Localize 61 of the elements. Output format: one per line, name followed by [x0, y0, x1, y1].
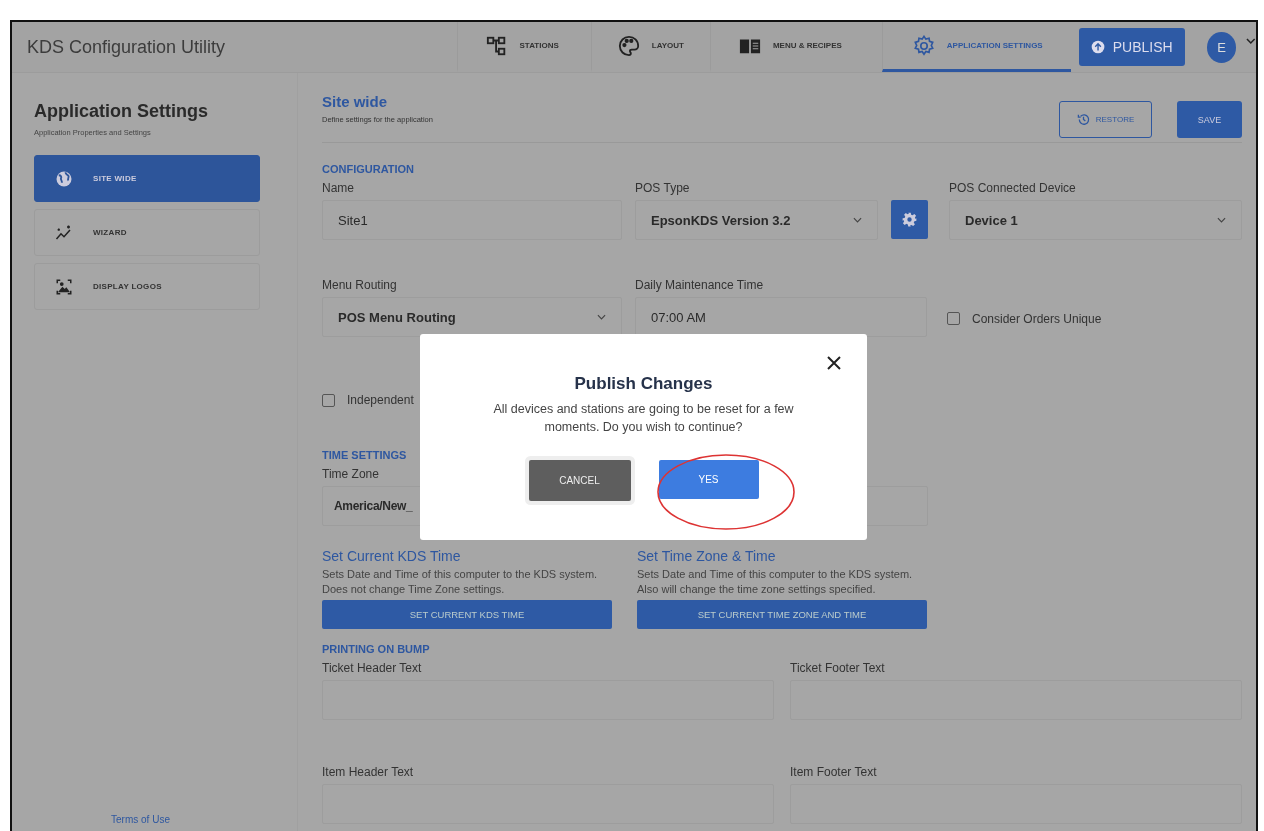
- checkbox-label[interactable]: Independent: [322, 393, 414, 407]
- checkbox-label[interactable]: Consider Orders Unique: [947, 300, 1102, 337]
- close-button[interactable]: [827, 356, 841, 370]
- chevron-down-icon[interactable]: [1246, 37, 1256, 45]
- field-label: POS Connected Device: [949, 181, 1076, 195]
- dialog-title: Publish Changes: [574, 374, 713, 394]
- section-heading: CONFIGURATION: [322, 163, 416, 175]
- settings-button[interactable]: [891, 200, 928, 239]
- chevron-down-icon: [597, 314, 606, 320]
- settings-icon: [912, 34, 935, 57]
- sidebar-item[interactable]: DISPLAY LOGOS: [34, 263, 260, 310]
- app-title: KDS Configuration Utility: [26, 36, 227, 58]
- chevron-down-icon: [853, 217, 862, 223]
- publish-button[interactable]: PUBLISH: [1078, 28, 1185, 66]
- section-heading: TIME SETTINGS: [322, 449, 408, 461]
- action-button[interactable]: SET CURRENT TIME ZONE AND TIME: [637, 600, 927, 629]
- field-label: Ticket Header Text: [322, 661, 422, 675]
- action-button[interactable]: SET CURRENT KDS TIME: [322, 600, 612, 629]
- yes-button[interactable]: YES: [658, 460, 759, 499]
- sidebar-item[interactable]: WIZARD: [34, 209, 260, 256]
- restore-button[interactable]: RESTORE: [1059, 101, 1152, 138]
- hierarchy-icon: [485, 34, 508, 57]
- nav-tab[interactable]: MENU & RECIPES: [709, 22, 882, 72]
- nav-tab[interactable]: STATIONS: [456, 22, 591, 72]
- chevron-down-icon: [1217, 217, 1226, 223]
- action-description: Sets Date and Time of this computer to the KDS system. Does not change Time Zone settings.: [322, 567, 599, 597]
- image-icon: [55, 277, 73, 296]
- field-label: Ticket Footer Text: [790, 661, 885, 675]
- dropdown-field[interactable]: POS Menu Routing: [322, 297, 622, 337]
- field-label: Item Footer Text: [790, 765, 877, 779]
- input-field[interactable]: 07:00 AM: [635, 297, 927, 337]
- dialog-message: All devices and stations are going to be reset for a few moments. Do you wish to continue?: [492, 401, 795, 436]
- nav-tab[interactable]: LAYOUT: [590, 22, 710, 72]
- globe-icon: [55, 169, 73, 188]
- field-label: Name: [322, 181, 354, 195]
- field-label: Menu Routing: [322, 278, 397, 292]
- field-label: Item Header Text: [322, 765, 414, 779]
- nav-tab[interactable]: APPLICATION SETTINGS: [881, 22, 1071, 72]
- dropdown-field[interactable]: EpsonKDS Version 3.2: [635, 200, 878, 240]
- action-title: Set Time Zone & Time: [637, 548, 777, 564]
- section-heading: PRINTING ON BUMP: [322, 643, 431, 655]
- close-icon: [827, 356, 841, 370]
- sparkle-line-icon: [55, 223, 73, 242]
- sidebar-item[interactable]: SITE WIDE: [34, 155, 260, 202]
- field-label: POS Type: [635, 181, 690, 195]
- dropdown-field[interactable]: Device 1: [949, 200, 1242, 240]
- action-description: Sets Date and Time of this computer to the KDS system. Also will change the time zone settings specified.: [637, 567, 914, 597]
- palette-icon: [617, 34, 640, 57]
- user-avatar[interactable]: E: [1206, 31, 1237, 63]
- input-field[interactable]: Site1: [322, 200, 622, 240]
- checkbox[interactable]: [947, 312, 960, 325]
- field-label: Time Zone: [322, 467, 379, 481]
- history-icon: [1076, 113, 1090, 126]
- field-label: Daily Maintenance Time: [635, 278, 764, 292]
- settings-icon: [902, 212, 917, 227]
- sidebar-title: Application Settings: [34, 101, 209, 122]
- action-title: Set Current KDS Time: [322, 548, 462, 564]
- save-button[interactable]: SAVE: [1177, 101, 1242, 138]
- checkbox[interactable]: [322, 393, 335, 407]
- terms-link[interactable]: Terms of Use: [111, 814, 170, 825]
- page-title: Site wide: [322, 93, 389, 110]
